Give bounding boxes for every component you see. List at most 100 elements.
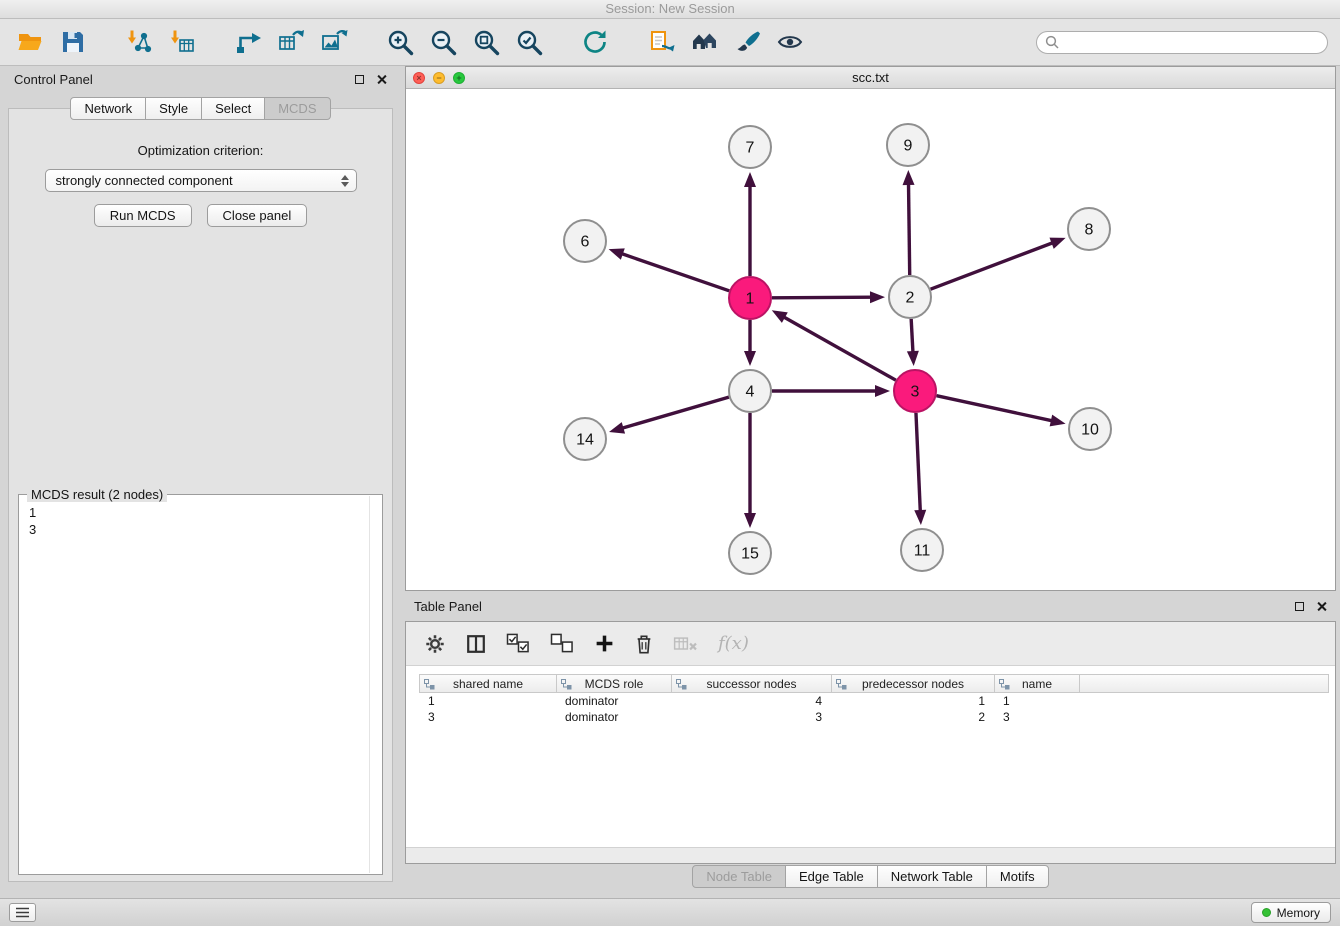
graph-node-6[interactable]: 6 bbox=[564, 220, 606, 262]
mcds-result-box: MCDS result (2 nodes) 1 3 bbox=[18, 494, 383, 875]
column-header-label: MCDS role bbox=[585, 677, 644, 691]
maximize-window-icon[interactable] bbox=[453, 72, 465, 84]
close-panel-button[interactable]: Close panel bbox=[207, 204, 308, 227]
zoom-fit-button[interactable] bbox=[468, 24, 504, 60]
graph-node-8[interactable]: 8 bbox=[1068, 208, 1110, 250]
graph-edge-2-8[interactable] bbox=[931, 242, 1054, 289]
table-row[interactable]: 1dominator411 bbox=[419, 693, 1329, 709]
column-header-name[interactable]: name bbox=[995, 675, 1080, 692]
graph-node-10[interactable]: 10 bbox=[1069, 408, 1111, 450]
float-panel-icon[interactable] bbox=[355, 75, 364, 84]
minimize-window-icon[interactable] bbox=[433, 72, 445, 84]
svg-text:14: 14 bbox=[576, 432, 594, 449]
table-cell: 2 bbox=[831, 710, 994, 724]
tab-network[interactable]: Network bbox=[70, 97, 146, 120]
column-header-shared-name[interactable]: shared name bbox=[420, 675, 557, 692]
graph-node-7[interactable]: 7 bbox=[729, 126, 771, 168]
optimization-criterion-select[interactable]: strongly connected component bbox=[45, 169, 357, 192]
column-header-MCDS-role[interactable]: MCDS role bbox=[557, 675, 672, 692]
table-settings-button[interactable] bbox=[424, 633, 446, 655]
close-panel-icon[interactable] bbox=[1316, 601, 1327, 612]
export-image-button[interactable] bbox=[316, 24, 352, 60]
select-all-button[interactable] bbox=[506, 633, 531, 654]
delete-column-button[interactable] bbox=[634, 633, 654, 655]
search-input[interactable] bbox=[1064, 35, 1319, 49]
add-column-button[interactable] bbox=[594, 633, 615, 654]
column-header-label: successor nodes bbox=[706, 677, 796, 691]
graph-node-4[interactable]: 4 bbox=[729, 370, 771, 412]
function-builder-button[interactable]: f(x) bbox=[718, 633, 749, 654]
graph-edge-1-6[interactable] bbox=[621, 253, 729, 290]
node-table-rows: 1dominator4113dominator323 bbox=[419, 693, 1329, 725]
table-row[interactable]: 3dominator323 bbox=[419, 709, 1329, 725]
svg-text:2: 2 bbox=[906, 290, 915, 307]
paint-brush-icon bbox=[733, 28, 761, 56]
eye-icon bbox=[776, 28, 804, 56]
graph-edge-1-2[interactable] bbox=[772, 297, 872, 298]
tab-network-table[interactable]: Network Table bbox=[877, 865, 987, 888]
edit-table-button[interactable] bbox=[273, 24, 309, 60]
svg-text:4: 4 bbox=[746, 384, 755, 401]
close-window-icon[interactable] bbox=[413, 72, 425, 84]
network-canvas[interactable]: 1 2 3 4 6 7 8 9 10 11 14 15 bbox=[406, 89, 1335, 590]
memory-button[interactable]: Memory bbox=[1251, 902, 1331, 923]
open-session-button[interactable] bbox=[12, 24, 48, 60]
graph-node-1[interactable]: 1 bbox=[729, 277, 771, 319]
tab-motifs[interactable]: Motifs bbox=[986, 865, 1049, 888]
tab-edge-table[interactable]: Edge Table bbox=[785, 865, 878, 888]
tab-select[interactable]: Select bbox=[201, 97, 265, 120]
deselect-all-button[interactable] bbox=[550, 633, 575, 654]
graph-edge-3-11[interactable] bbox=[916, 413, 920, 512]
main-toolbar bbox=[0, 19, 1340, 66]
edit-network-button[interactable] bbox=[230, 24, 266, 60]
graph-node-11[interactable]: 11 bbox=[901, 529, 943, 571]
zoom-out-icon bbox=[429, 28, 457, 56]
graph-node-14[interactable]: 14 bbox=[564, 418, 606, 460]
tab-mcds[interactable]: MCDS bbox=[264, 97, 330, 120]
graph-edge-3-10[interactable] bbox=[936, 396, 1052, 421]
copy-document-button[interactable] bbox=[643, 24, 679, 60]
task-history-button[interactable] bbox=[9, 903, 36, 922]
graph-edge-4-14[interactable] bbox=[621, 397, 728, 428]
zoom-out-button[interactable] bbox=[425, 24, 461, 60]
table-panel-header: Table Panel bbox=[405, 595, 1336, 617]
network-graph[interactable]: 1 2 3 4 6 7 8 9 10 11 14 15 bbox=[406, 89, 1335, 590]
graph-edge-arrow bbox=[875, 385, 890, 397]
graph-node-15[interactable]: 15 bbox=[729, 532, 771, 574]
zoom-selected-button[interactable] bbox=[511, 24, 547, 60]
network-overview-button[interactable] bbox=[686, 24, 722, 60]
float-panel-icon[interactable] bbox=[1295, 602, 1304, 611]
search-box[interactable] bbox=[1036, 31, 1328, 54]
column-header-predecessor-nodes[interactable]: predecessor nodes bbox=[832, 675, 995, 692]
control-panel-title: Control Panel bbox=[14, 72, 93, 87]
tab-style[interactable]: Style bbox=[145, 97, 202, 120]
import-network-button[interactable] bbox=[121, 24, 157, 60]
graph-node-2[interactable]: 2 bbox=[889, 276, 931, 318]
show-hide-button[interactable] bbox=[772, 24, 808, 60]
graph-edge-2-3[interactable] bbox=[911, 319, 913, 353]
show-columns-button[interactable] bbox=[465, 633, 487, 655]
close-panel-icon[interactable] bbox=[376, 74, 387, 85]
graph-edge-3-1[interactable] bbox=[783, 317, 896, 381]
document-share-icon bbox=[647, 28, 675, 56]
memory-status-icon bbox=[1262, 908, 1271, 917]
zoom-in-button[interactable] bbox=[382, 24, 418, 60]
save-session-button[interactable] bbox=[55, 24, 91, 60]
graph-node-9[interactable]: 9 bbox=[887, 124, 929, 166]
refresh-layout-button[interactable] bbox=[577, 24, 613, 60]
graph-edge-2-9[interactable] bbox=[909, 183, 910, 275]
column-header-successor-nodes[interactable]: successor nodes bbox=[672, 675, 832, 692]
run-mcds-button[interactable]: Run MCDS bbox=[94, 204, 192, 227]
table-cell: dominator bbox=[556, 710, 671, 724]
delete-table-button[interactable] bbox=[673, 634, 699, 654]
delete-table-icon bbox=[673, 634, 699, 654]
network-window-titlebar[interactable]: scc.txt bbox=[406, 67, 1335, 89]
graph-node-3[interactable]: 3 bbox=[894, 370, 936, 412]
tab-node-table[interactable]: Node Table bbox=[692, 865, 786, 888]
trash-icon bbox=[634, 633, 654, 655]
import-table-button[interactable] bbox=[164, 24, 200, 60]
result-scrollbar[interactable] bbox=[369, 496, 370, 873]
apply-style-button[interactable] bbox=[729, 24, 765, 60]
table-cell: 3 bbox=[671, 710, 831, 724]
graph-edge-arrow bbox=[907, 351, 919, 366]
